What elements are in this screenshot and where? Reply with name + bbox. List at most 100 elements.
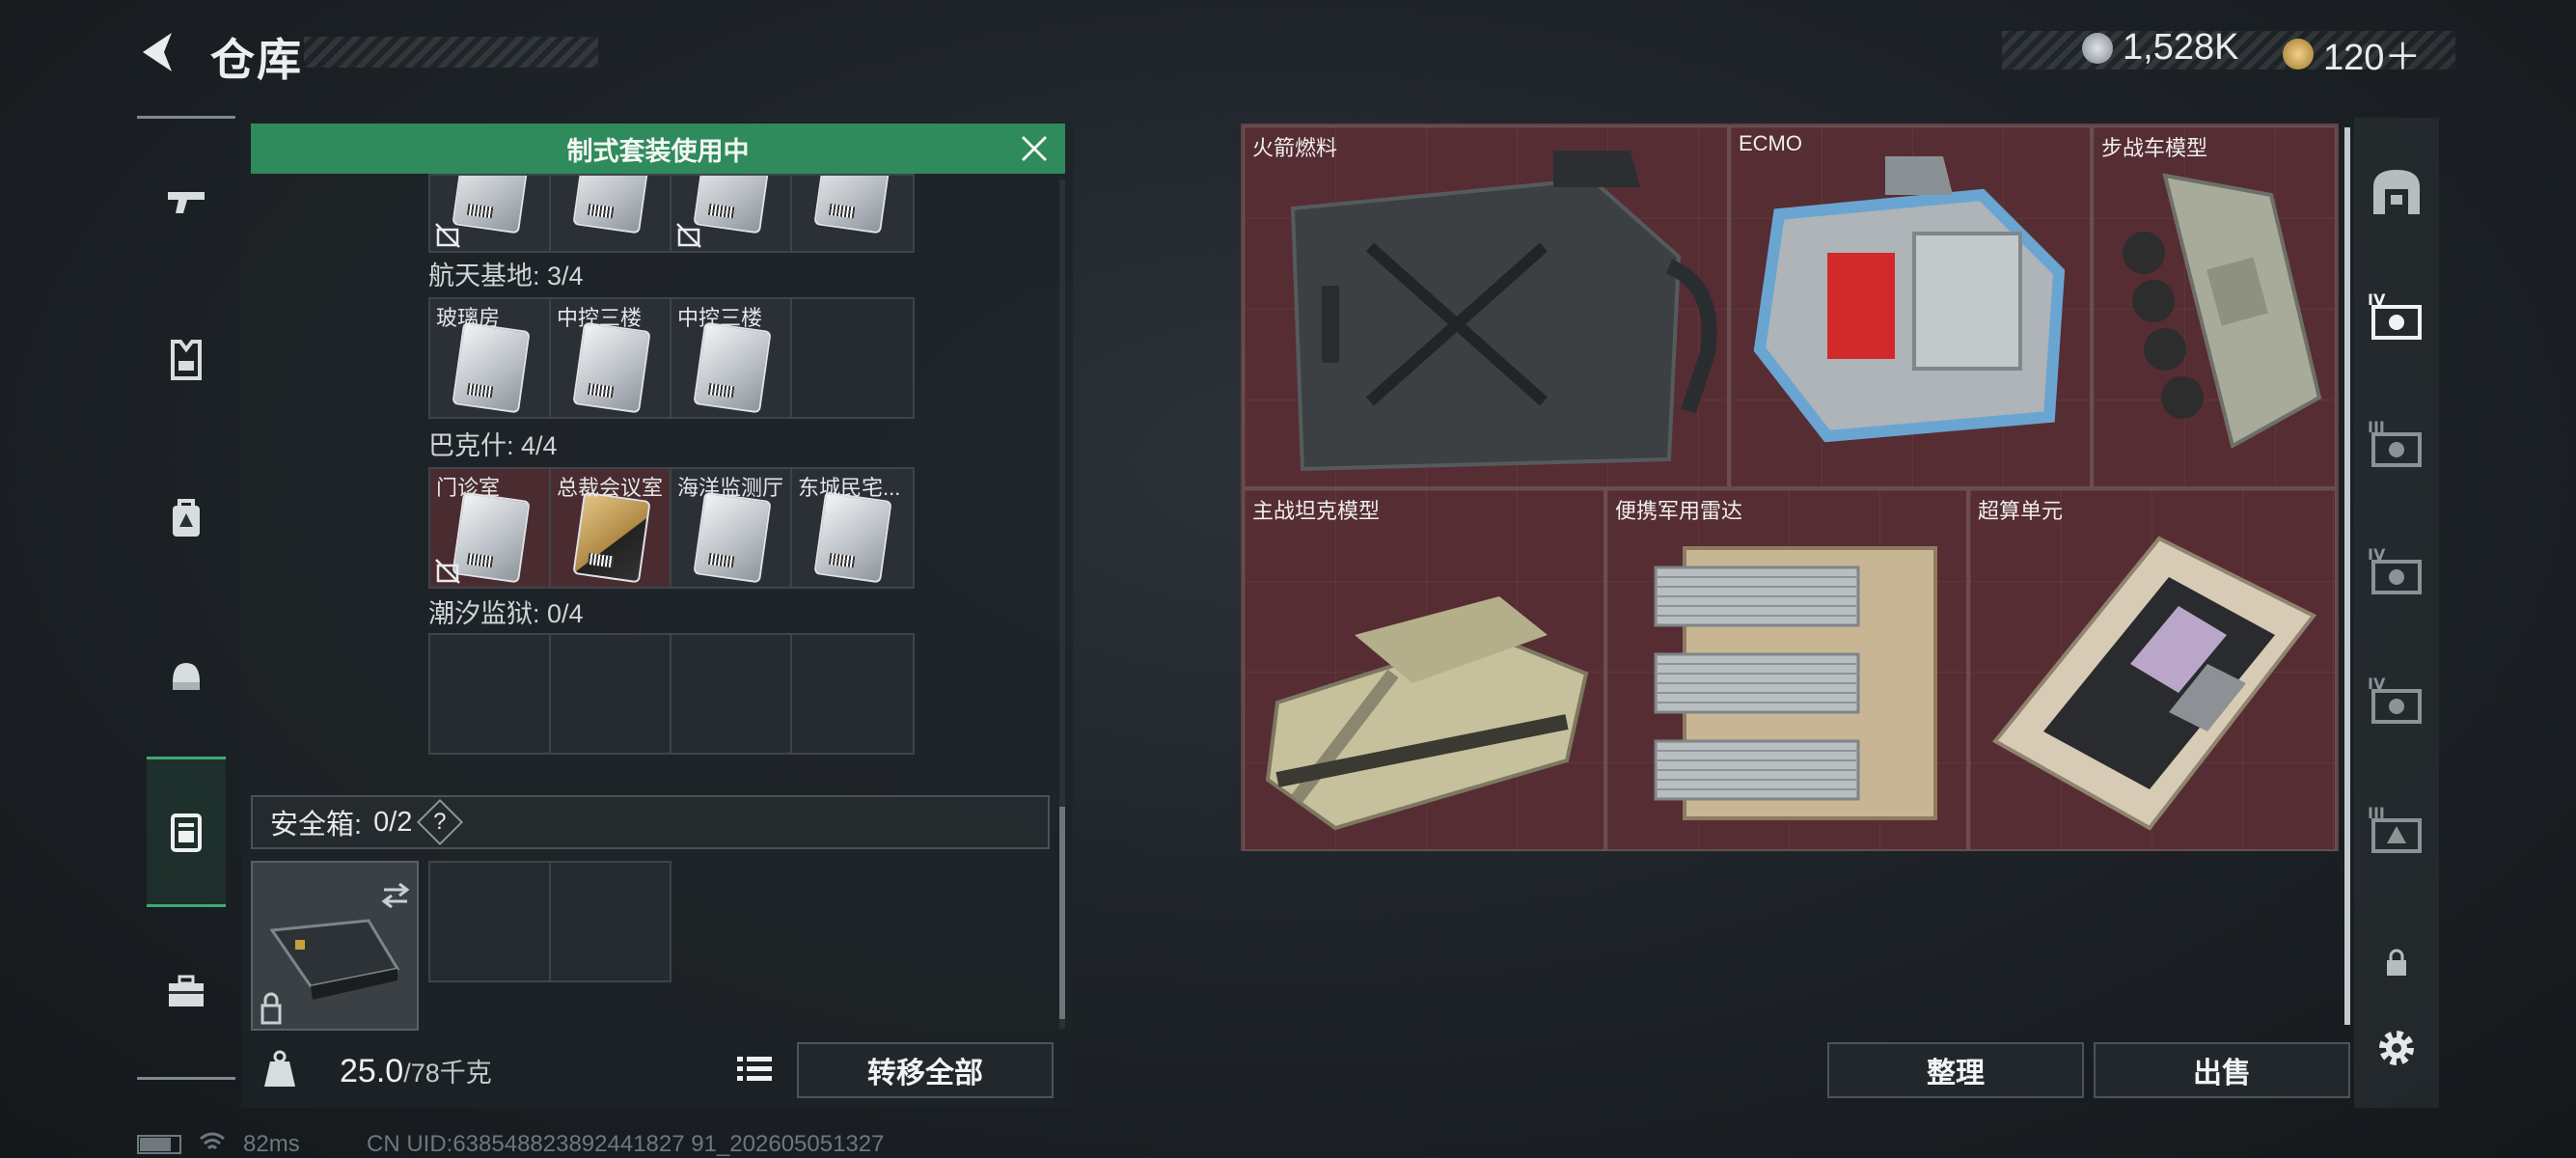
swap-icon [381, 882, 410, 909]
safe-box-container[interactable] [251, 861, 419, 1031]
transfer-all-button[interactable]: 转移全部 [797, 1042, 1054, 1098]
close-banner-button[interactable] [1015, 129, 1054, 168]
stash-item-ifv-model[interactable]: 步战车模型 [2092, 125, 2337, 488]
keycard-grid: 玻璃房 中控三楼 中控三楼 [428, 297, 915, 419]
keycard-name: 玻璃房 [436, 306, 501, 330]
fuel-can-image [1290, 151, 1717, 472]
keycard-slot[interactable]: 中控三楼 [551, 299, 671, 417]
ecmo-image [1753, 156, 2066, 443]
back-arrow-icon [143, 33, 172, 71]
section-label: 潮汐监狱: 0/4 [428, 599, 584, 628]
keycard-slot[interactable]: 玻璃房 [430, 299, 551, 417]
case-iv-icon: IV [2368, 545, 2422, 594]
keycard-slot[interactable]: 中控三楼 [671, 299, 792, 417]
keycard-image [813, 491, 892, 584]
uid-text: CN UID:638548823892441827 91_20260505132… [367, 1131, 885, 1157]
stash-item-tank-model[interactable]: 主战坦克模型 [1243, 488, 1605, 851]
category-helmet[interactable] [147, 637, 226, 716]
stash-item-ecmo[interactable]: ECMO [1729, 125, 2092, 488]
list-icon [737, 1057, 772, 1081]
keycard-grid: 门诊室 总裁会议室 海洋监测厅 东城民宅... [428, 467, 915, 589]
category-keycards[interactable] [147, 757, 226, 907]
no-transfer-icon [676, 223, 701, 248]
keycard-grid [428, 633, 915, 755]
help-button[interactable]: ? [417, 798, 464, 846]
keycard-slot[interactable] [792, 635, 913, 753]
keycard-slot[interactable] [671, 635, 792, 753]
lock-icon [260, 992, 282, 1025]
safe-box-header: 安全箱: 0/2 ? [251, 795, 1050, 849]
battery-icon [137, 1135, 181, 1154]
weight-max: /78千克 [403, 1059, 492, 1088]
helmet-icon [173, 663, 200, 690]
stash-item-compute-unit[interactable]: 超算单元 [1968, 488, 2337, 851]
lock-icon [2387, 949, 2406, 976]
container-case-iii[interactable]: III [2362, 795, 2431, 865]
keycard-image [452, 321, 531, 414]
container-case-iv[interactable]: IV [2362, 537, 2431, 606]
keycard-slot[interactable]: 东城民宅... [792, 469, 913, 587]
close-icon [1021, 135, 1048, 162]
loadout-banner: 制式套装使用中 [251, 124, 1065, 174]
no-transfer-icon [435, 223, 460, 248]
category-toolbox[interactable] [147, 951, 226, 1031]
container-case-iv-selected[interactable]: IV [2362, 282, 2431, 351]
rail-divider-bottom [137, 1077, 235, 1080]
keycard-grid-partial [428, 174, 915, 253]
keycard-image [572, 321, 651, 414]
keycard-slot[interactable] [551, 176, 671, 251]
keycard-image [693, 491, 772, 584]
keycard-slot[interactable] [551, 635, 671, 753]
keycard-name: 海洋监测厅 [677, 476, 784, 500]
keycard-case-icon [171, 813, 202, 852]
list-view-button[interactable] [729, 1048, 780, 1090]
keycard-image [693, 321, 772, 414]
category-backpack[interactable] [147, 479, 226, 558]
case-iv-icon: IV [2368, 675, 2422, 724]
toolbox-icon [169, 975, 204, 1006]
wifi-icon [199, 1131, 226, 1158]
keycard-slot[interactable]: 门诊室 [430, 469, 551, 587]
item-label: 主战坦克模型 [1252, 499, 1381, 523]
item-label: ECMO [1739, 131, 1802, 155]
stash-scrollbar[interactable] [2344, 127, 2350, 1025]
item-label: 便携军用雷达 [1615, 499, 1743, 523]
stash-item-portable-radar[interactable]: 便携军用雷达 [1605, 488, 1968, 851]
gun-icon [168, 192, 205, 213]
keycard-name: 中控三楼 [677, 306, 763, 330]
ping-text: 82ms [243, 1131, 300, 1157]
keycard-name: 门诊室 [436, 476, 501, 500]
container-home[interactable] [2362, 156, 2431, 226]
compute-unit-image [1991, 536, 2317, 831]
currency-2: 120＋ [2283, 27, 2421, 80]
back-button[interactable] [135, 27, 185, 77]
container-locked[interactable] [2362, 928, 2431, 998]
keycard-name: 东城民宅... [798, 476, 901, 500]
keycard-slot[interactable] [792, 299, 913, 417]
category-armor[interactable] [147, 320, 226, 400]
category-weapons[interactable] [147, 164, 226, 243]
section-label: 航天基地: 3/4 [428, 262, 584, 290]
keycard-slot[interactable]: 总裁会议室 [551, 469, 671, 587]
keycard-slot[interactable]: 海洋监测厅 [671, 469, 792, 587]
container-case-iii[interactable]: III [2362, 409, 2431, 479]
container-case-iv[interactable]: IV [2362, 666, 2431, 735]
storage-scrollbar[interactable] [1059, 179, 1065, 1029]
safe-box-slots[interactable] [428, 861, 671, 982]
safe-case-image [260, 882, 410, 1025]
keycard-slot[interactable] [430, 635, 551, 753]
stash-item-rocket-fuel[interactable]: 火箭燃料 [1243, 125, 1729, 488]
keycard-slot[interactable] [430, 176, 551, 251]
keycard-slot[interactable] [792, 176, 913, 251]
keycard-slot[interactable] [671, 176, 792, 251]
settings-button[interactable] [2362, 1013, 2431, 1083]
sort-button[interactable]: 整理 [1827, 1042, 2084, 1098]
armor-icon [171, 340, 202, 380]
gear-icon [2379, 1031, 2414, 1065]
gold-coin-icon [2283, 38, 2314, 69]
sell-button[interactable]: 出售 [2094, 1042, 2350, 1098]
keycard-image [452, 491, 531, 584]
safe-box-count: 0/2 [373, 806, 413, 838]
radar-image [1654, 546, 1937, 820]
stash-grid: 火箭燃料 ECMO 步战车模型 主战坦克模型 便携军用雷达 超算单元 [1241, 124, 2339, 851]
